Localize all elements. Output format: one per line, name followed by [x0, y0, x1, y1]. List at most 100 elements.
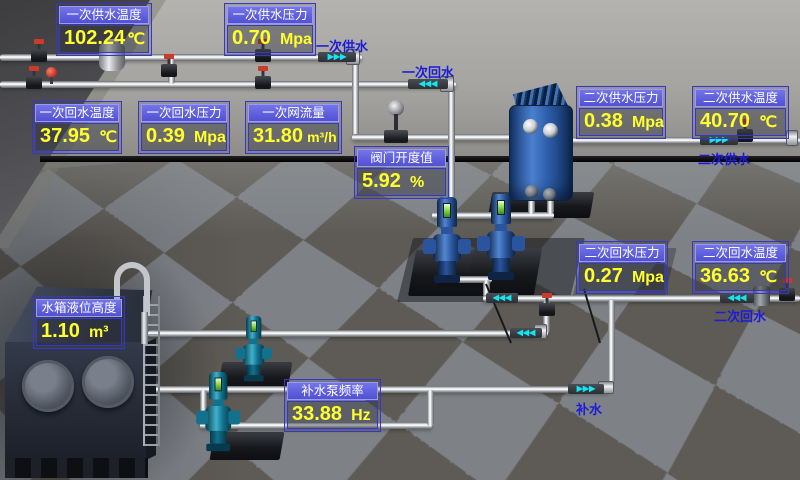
indicator-secondary-supply-pressure[interactable]: 二次供水压力 0.38 Mpa — [576, 86, 666, 139]
indicator-valve-opening[interactable]: 阀门开度值 5.92 % — [354, 146, 449, 199]
primary-supply-riser — [352, 58, 359, 140]
pump-flange-left — [196, 411, 208, 425]
indicator-title: 二次回水压力 — [579, 244, 665, 262]
pump-part — [492, 258, 510, 272]
pump-flange-right — [458, 239, 471, 254]
value-number: 36.63 — [700, 264, 750, 289]
indicator-title: 二次供水压力 — [579, 89, 663, 107]
value-unit: ℃ — [99, 125, 117, 150]
indicator-title: 二次回水温度 — [695, 244, 786, 262]
value-unit: ℃ — [759, 265, 777, 290]
bypass-valve[interactable] — [161, 64, 177, 77]
pump-volute — [487, 231, 515, 259]
pump-flange-left — [235, 348, 245, 359]
plate-heat-exchanger[interactable] — [509, 83, 577, 207]
makeup-pump-1[interactable] — [237, 316, 270, 386]
tank-support-frame — [5, 458, 148, 478]
value-number: 37.95 — [40, 124, 90, 149]
indicator-secondary-supply-temperature[interactable]: 二次供水温度 40.70 ℃ — [692, 86, 789, 139]
indicator-secondary-return-temperature[interactable]: 二次回水温度 36.63 ℃ — [692, 241, 789, 294]
indicator-value: 1.10 m³ — [36, 318, 122, 346]
value-unit: Mpa — [280, 27, 312, 52]
makeup-riser — [608, 300, 615, 386]
indicator-value: 0.27 Mpa — [579, 263, 665, 291]
makeup-pump-2[interactable] — [198, 372, 238, 457]
value-unit: Mpa — [632, 265, 664, 290]
value-unit: Mpa — [194, 125, 226, 150]
hx-bottom-port-left — [525, 185, 538, 198]
indicator-value: 0.70 Mpa — [227, 25, 313, 53]
pipe-label-primary-return: 一次回水 — [402, 62, 454, 81]
indicator-primary-return-temperature[interactable]: 一次回水温度 37.95 ℃ — [32, 101, 122, 154]
tank-manhole-left — [22, 360, 74, 412]
value-unit: m³/h — [307, 125, 337, 150]
pump-status-indicator — [251, 321, 257, 332]
pump-part — [438, 261, 456, 275]
valve-body — [384, 130, 408, 143]
indicator-value: 37.95 ℃ — [35, 123, 119, 151]
indicator-makeup-pump-frequency[interactable]: 补水泵频率 33.88 Hz — [284, 379, 381, 432]
tank-overflow-pipe-leg — [141, 312, 148, 344]
pump-base-flange — [434, 275, 460, 283]
indicator-title: 一次网流量 — [248, 104, 339, 122]
flow-arrows-right-icon: ▶▶▶ — [568, 384, 604, 394]
flow-arrows-left-icon: ◀◀◀ — [486, 293, 518, 303]
control-valve[interactable] — [384, 100, 408, 144]
indicator-title: 水箱液位高度 — [36, 299, 122, 317]
pump-flange-left — [423, 239, 436, 254]
value-number: 102.24 — [64, 26, 125, 51]
indicator-value: 102.24 ℃ — [59, 25, 149, 53]
indicator-primary-network-flow[interactable]: 一次网流量 31.80 m³/h — [245, 101, 342, 154]
value-number: 0.70 — [232, 26, 271, 51]
pressure-gauge — [46, 67, 57, 78]
value-number: 0.38 — [584, 109, 623, 134]
indicator-value: 5.92 % — [357, 168, 446, 196]
value-unit: ℃ — [759, 110, 777, 135]
indicator-title: 阀门开度值 — [357, 149, 446, 167]
indicator-primary-supply-pressure[interactable]: 一次供水压力 0.70 Mpa — [224, 3, 316, 56]
value-unit: % — [410, 170, 424, 195]
indicator-primary-supply-temperature[interactable]: 一次供水温度 102.24 ℃ — [56, 3, 152, 56]
value-number: 0.27 — [584, 264, 623, 289]
pump-part — [441, 227, 453, 234]
pump-volute — [433, 234, 461, 262]
pump-flange-right — [262, 348, 272, 359]
pump-loop-right — [427, 390, 434, 426]
pipe-label-secondary-supply: 二次供水 — [698, 149, 750, 168]
value-number: 31.80 — [253, 124, 303, 149]
indicator-title: 补水泵频率 — [287, 382, 378, 400]
value-unit: Hz — [351, 403, 371, 428]
value-number: 33.88 — [292, 402, 342, 427]
pipe-label-makeup: 补水 — [576, 399, 602, 418]
indicator-title: 一次回水温度 — [35, 104, 119, 122]
circulation-pump-2[interactable] — [479, 194, 523, 286]
indicator-value: 0.38 Mpa — [579, 108, 663, 136]
tank-manhole-right — [82, 356, 134, 408]
return-isolation-valve[interactable] — [255, 76, 271, 89]
tank-fill-pipe — [148, 330, 548, 337]
primary-return-valve[interactable] — [26, 76, 42, 89]
indicator-value: 40.70 ℃ — [695, 108, 786, 136]
indicator-value: 36.63 ℃ — [695, 263, 786, 291]
indicator-secondary-return-pressure[interactable]: 二次回水压力 0.27 Mpa — [576, 241, 668, 294]
pump-base-flange — [206, 444, 230, 451]
primary-return-pipe — [0, 81, 456, 88]
pipe-label-secondary-return: 二次回水 — [714, 306, 766, 325]
pump-flange-left — [477, 236, 490, 251]
value-number: 40.70 — [700, 109, 750, 134]
tank-fill-valve[interactable] — [539, 303, 555, 316]
indicator-tank-level[interactable]: 水箱液位高度 1.10 m³ — [33, 296, 125, 349]
pump-part — [247, 365, 261, 376]
hx-body — [509, 105, 573, 201]
pump-volute — [205, 406, 231, 432]
indicator-primary-return-pressure[interactable]: 一次回水压力 0.39 Mpa — [138, 101, 230, 154]
circulation-pump-1[interactable] — [425, 197, 469, 289]
primary-supply-valve[interactable] — [31, 49, 47, 62]
pump-base-flange — [488, 272, 514, 280]
value-unit: Mpa — [632, 110, 664, 135]
valve-stem — [394, 114, 398, 131]
hx-port-left — [523, 119, 538, 134]
pump-part — [495, 224, 507, 231]
pump-flange-right — [512, 236, 525, 251]
hx-port-right — [543, 123, 558, 138]
